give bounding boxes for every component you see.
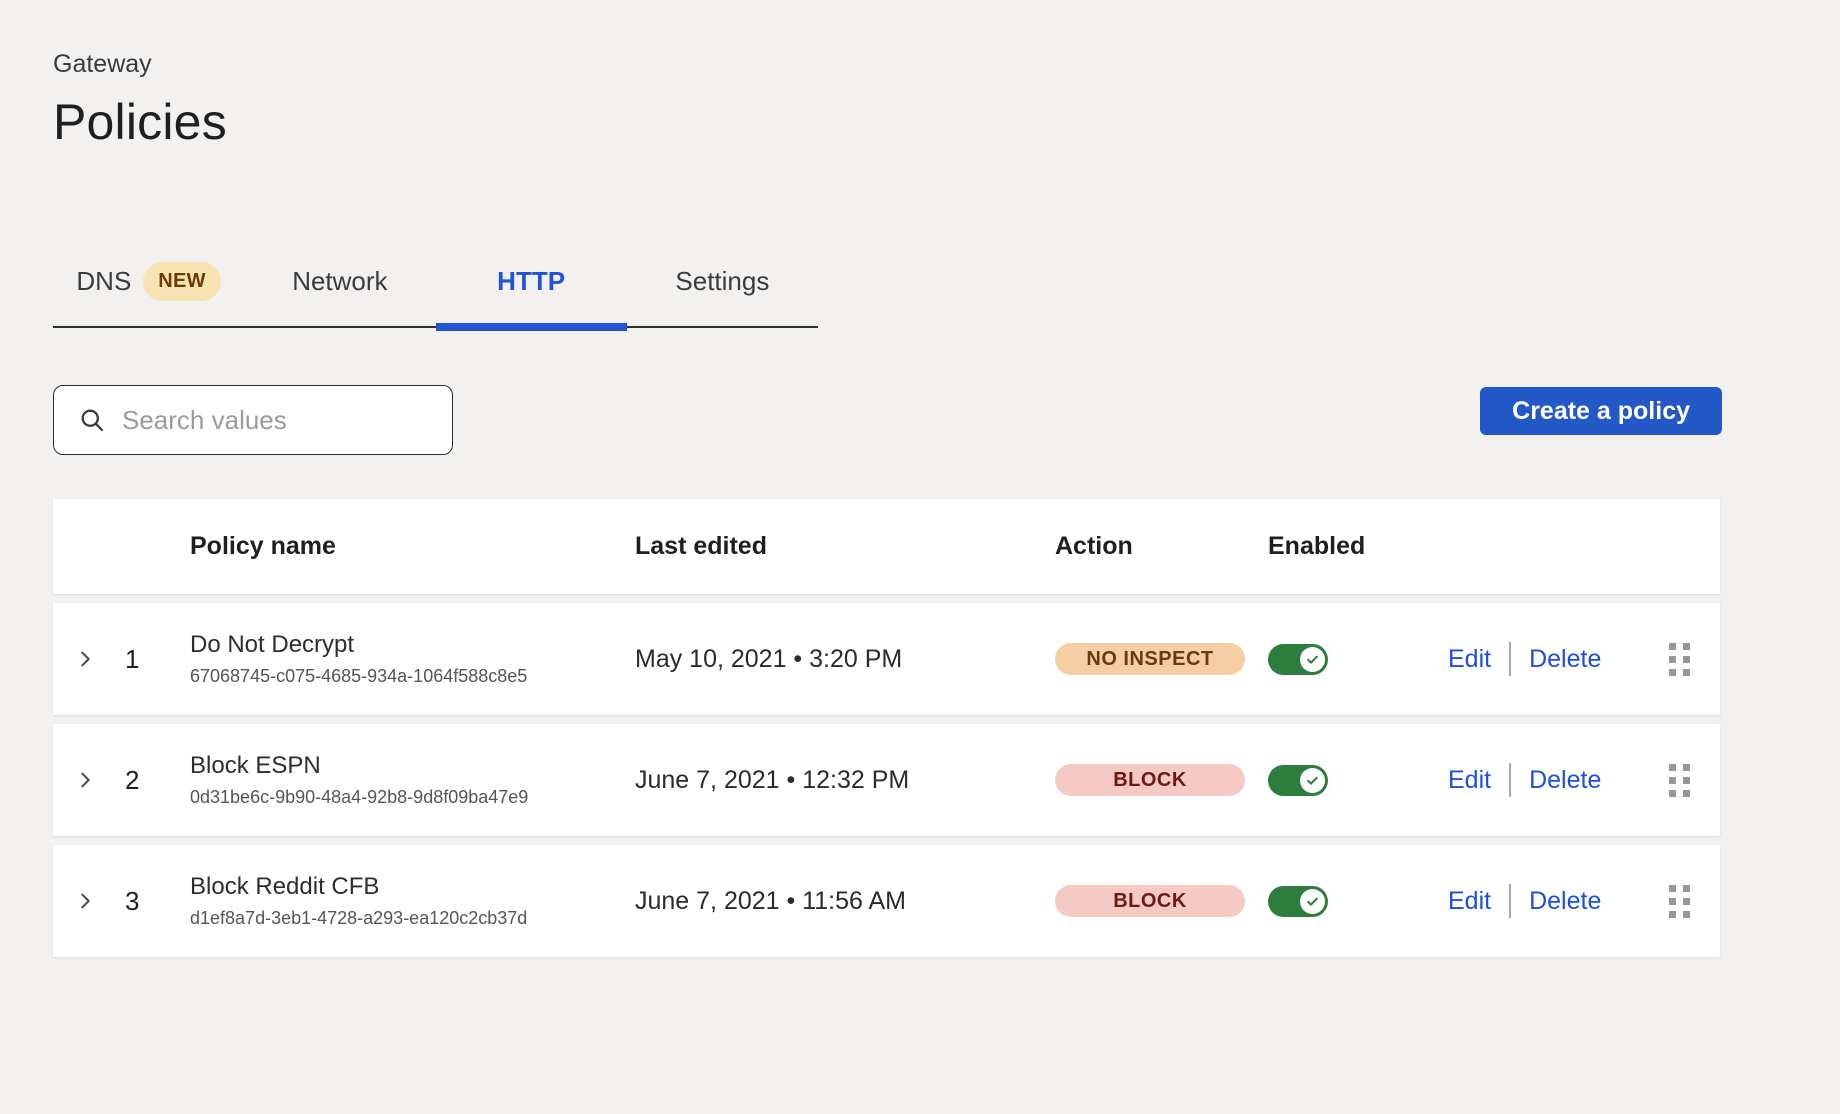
tab-label: Settings: [675, 266, 769, 297]
policy-uuid: 0d31be6c-9b90-48a4-92b8-9d8f09ba47e9: [190, 787, 635, 808]
column-header-enabled: Enabled: [1268, 532, 1448, 561]
row-number: 2: [117, 765, 190, 796]
column-header-last-edited: Last edited: [635, 532, 1055, 561]
delete-link[interactable]: Delete: [1529, 645, 1601, 674]
tab-bar: DNS NEW Network HTTP Settings: [53, 263, 818, 328]
table-row: 1 Do Not Decrypt 67068745-c075-4685-934a…: [53, 603, 1720, 715]
drag-handle-icon[interactable]: [1669, 764, 1690, 797]
breadcrumb: Gateway: [53, 50, 1775, 79]
check-icon: [1305, 894, 1320, 909]
action-badge: NO INSPECT: [1055, 643, 1245, 675]
toolbar: Create a policy: [53, 385, 1722, 455]
delete-link[interactable]: Delete: [1529, 766, 1601, 795]
tab-label: DNS: [76, 266, 131, 297]
page-title: Policies: [53, 93, 1775, 151]
action-divider: [1509, 642, 1511, 676]
delete-link[interactable]: Delete: [1529, 887, 1601, 916]
chevron-right-icon: [74, 769, 96, 791]
chevron-right-icon: [74, 890, 96, 912]
policy-uuid: 67068745-c075-4685-934a-1064f588c8e5: [190, 666, 635, 687]
policy-name: Block Reddit CFB: [190, 873, 635, 901]
column-header-action: Action: [1055, 532, 1268, 561]
action-badge: BLOCK: [1055, 764, 1245, 796]
last-edited: June 7, 2021 • 12:32 PM: [635, 766, 1055, 795]
tab-dns[interactable]: DNS NEW: [53, 263, 244, 299]
table-row: 3 Block Reddit CFB d1ef8a7d-3eb1-4728-a2…: [53, 845, 1720, 957]
policies-table: Policy name Last edited Action Enabled 1…: [53, 499, 1720, 957]
edit-link[interactable]: Edit: [1448, 645, 1491, 674]
row-number: 3: [117, 886, 190, 917]
active-tab-indicator: [436, 323, 627, 331]
tab-settings[interactable]: Settings: [627, 263, 818, 299]
enabled-toggle[interactable]: [1268, 765, 1328, 796]
column-header-policy-name: Policy name: [190, 532, 635, 561]
expand-row-button[interactable]: [53, 890, 117, 912]
new-badge: NEW: [143, 262, 221, 301]
policy-name: Block ESPN: [190, 752, 635, 780]
enabled-toggle[interactable]: [1268, 886, 1328, 917]
tab-label: Network: [292, 266, 387, 297]
tab-network[interactable]: Network: [244, 263, 435, 299]
search-icon: [78, 406, 106, 434]
drag-handle-icon[interactable]: [1669, 643, 1690, 676]
search-box[interactable]: [53, 385, 453, 455]
action-divider: [1509, 884, 1511, 918]
action-divider: [1509, 763, 1511, 797]
policy-name: Do Not Decrypt: [190, 631, 635, 659]
last-edited: May 10, 2021 • 3:20 PM: [635, 645, 1055, 674]
chevron-right-icon: [74, 648, 96, 670]
table-row: 2 Block ESPN 0d31be6c-9b90-48a4-92b8-9d8…: [53, 724, 1720, 836]
check-icon: [1305, 773, 1320, 788]
tab-http[interactable]: HTTP: [436, 263, 627, 299]
edit-link[interactable]: Edit: [1448, 766, 1491, 795]
row-number: 1: [117, 644, 190, 675]
edit-link[interactable]: Edit: [1448, 887, 1491, 916]
expand-row-button[interactable]: [53, 648, 117, 670]
create-policy-button[interactable]: Create a policy: [1480, 387, 1722, 435]
gateway-policies-page: Gateway Policies DNS NEW Network HTTP Settin…: [0, 0, 1775, 957]
enabled-toggle[interactable]: [1268, 644, 1328, 675]
action-badge: BLOCK: [1055, 885, 1245, 917]
expand-row-button[interactable]: [53, 769, 117, 791]
drag-handle-icon[interactable]: [1669, 885, 1690, 918]
check-icon: [1305, 652, 1320, 667]
tab-label: HTTP: [497, 266, 565, 297]
last-edited: June 7, 2021 • 11:56 AM: [635, 887, 1055, 916]
policy-uuid: d1ef8a7d-3eb1-4728-a293-ea120c2cb37d: [190, 908, 635, 929]
table-header-row: Policy name Last edited Action Enabled: [53, 499, 1720, 594]
search-input[interactable]: [122, 405, 457, 436]
